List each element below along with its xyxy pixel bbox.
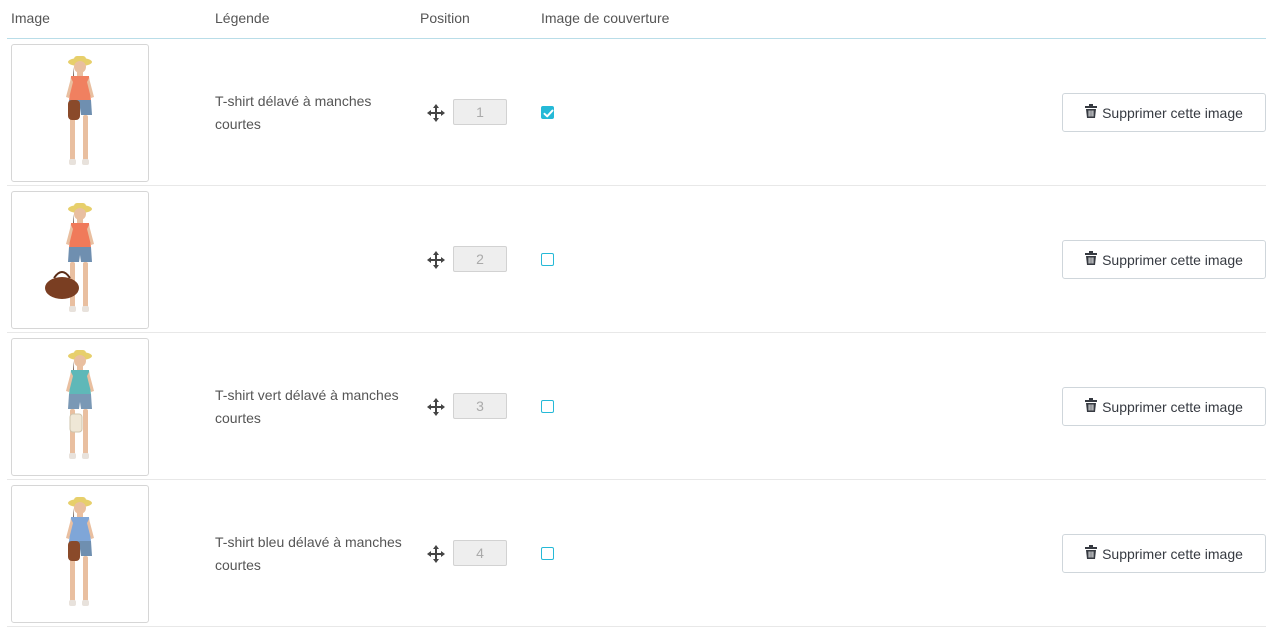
move-icon[interactable] [427, 251, 445, 269]
position-input[interactable] [453, 540, 507, 566]
cover-checkbox[interactable] [541, 400, 554, 413]
position-input[interactable] [453, 393, 507, 419]
table-header: Image Légende Position Image de couvertu… [0, 0, 1266, 39]
image-caption: T-shirt vert délavé à manches courtes [215, 387, 399, 426]
delete-button-label: Supprimer cette image [1102, 398, 1243, 415]
delete-image-button[interactable]: Supprimer cette image [1062, 93, 1266, 132]
delete-image-button[interactable]: Supprimer cette image [1062, 387, 1266, 426]
cover-checkbox[interactable] [541, 547, 554, 560]
header-cover: Image de couverture [541, 10, 670, 26]
header-position: Position [420, 10, 470, 26]
cover-checkbox[interactable] [541, 253, 554, 266]
table-row: T-shirt vert délavé à manches courtes Sup… [0, 333, 1266, 480]
trash-icon [1085, 398, 1098, 415]
table-row: T-shirt bleu délavé à manches courtes Sup… [0, 480, 1266, 627]
table-row: Supprimer cette image [0, 186, 1266, 333]
product-thumbnail[interactable] [11, 338, 149, 476]
delete-button-label: Supprimer cette image [1102, 104, 1243, 121]
position-input[interactable] [453, 99, 507, 125]
product-images-table: Image Légende Position Image de couvertu… [0, 0, 1266, 627]
table-row: T-shirt délavé à manches courtes Supprime… [0, 39, 1266, 186]
move-icon[interactable] [427, 545, 445, 563]
trash-icon [1085, 545, 1098, 562]
delete-image-button[interactable]: Supprimer cette image [1062, 534, 1266, 573]
product-thumbnail[interactable] [11, 191, 149, 329]
trash-icon [1085, 251, 1098, 268]
move-icon[interactable] [427, 398, 445, 416]
image-caption: T-shirt délavé à manches courtes [215, 93, 372, 132]
trash-icon [1085, 104, 1098, 121]
header-caption: Légende [215, 10, 270, 26]
cover-checkbox[interactable] [541, 106, 554, 119]
move-icon[interactable] [427, 104, 445, 122]
delete-image-button[interactable]: Supprimer cette image [1062, 240, 1266, 279]
delete-button-label: Supprimer cette image [1102, 251, 1243, 268]
product-thumbnail[interactable] [11, 44, 149, 182]
position-input[interactable] [453, 246, 507, 272]
header-image: Image [11, 10, 50, 26]
delete-button-label: Supprimer cette image [1102, 545, 1243, 562]
product-thumbnail[interactable] [11, 485, 149, 623]
image-caption: T-shirt bleu délavé à manches courtes [215, 534, 402, 573]
